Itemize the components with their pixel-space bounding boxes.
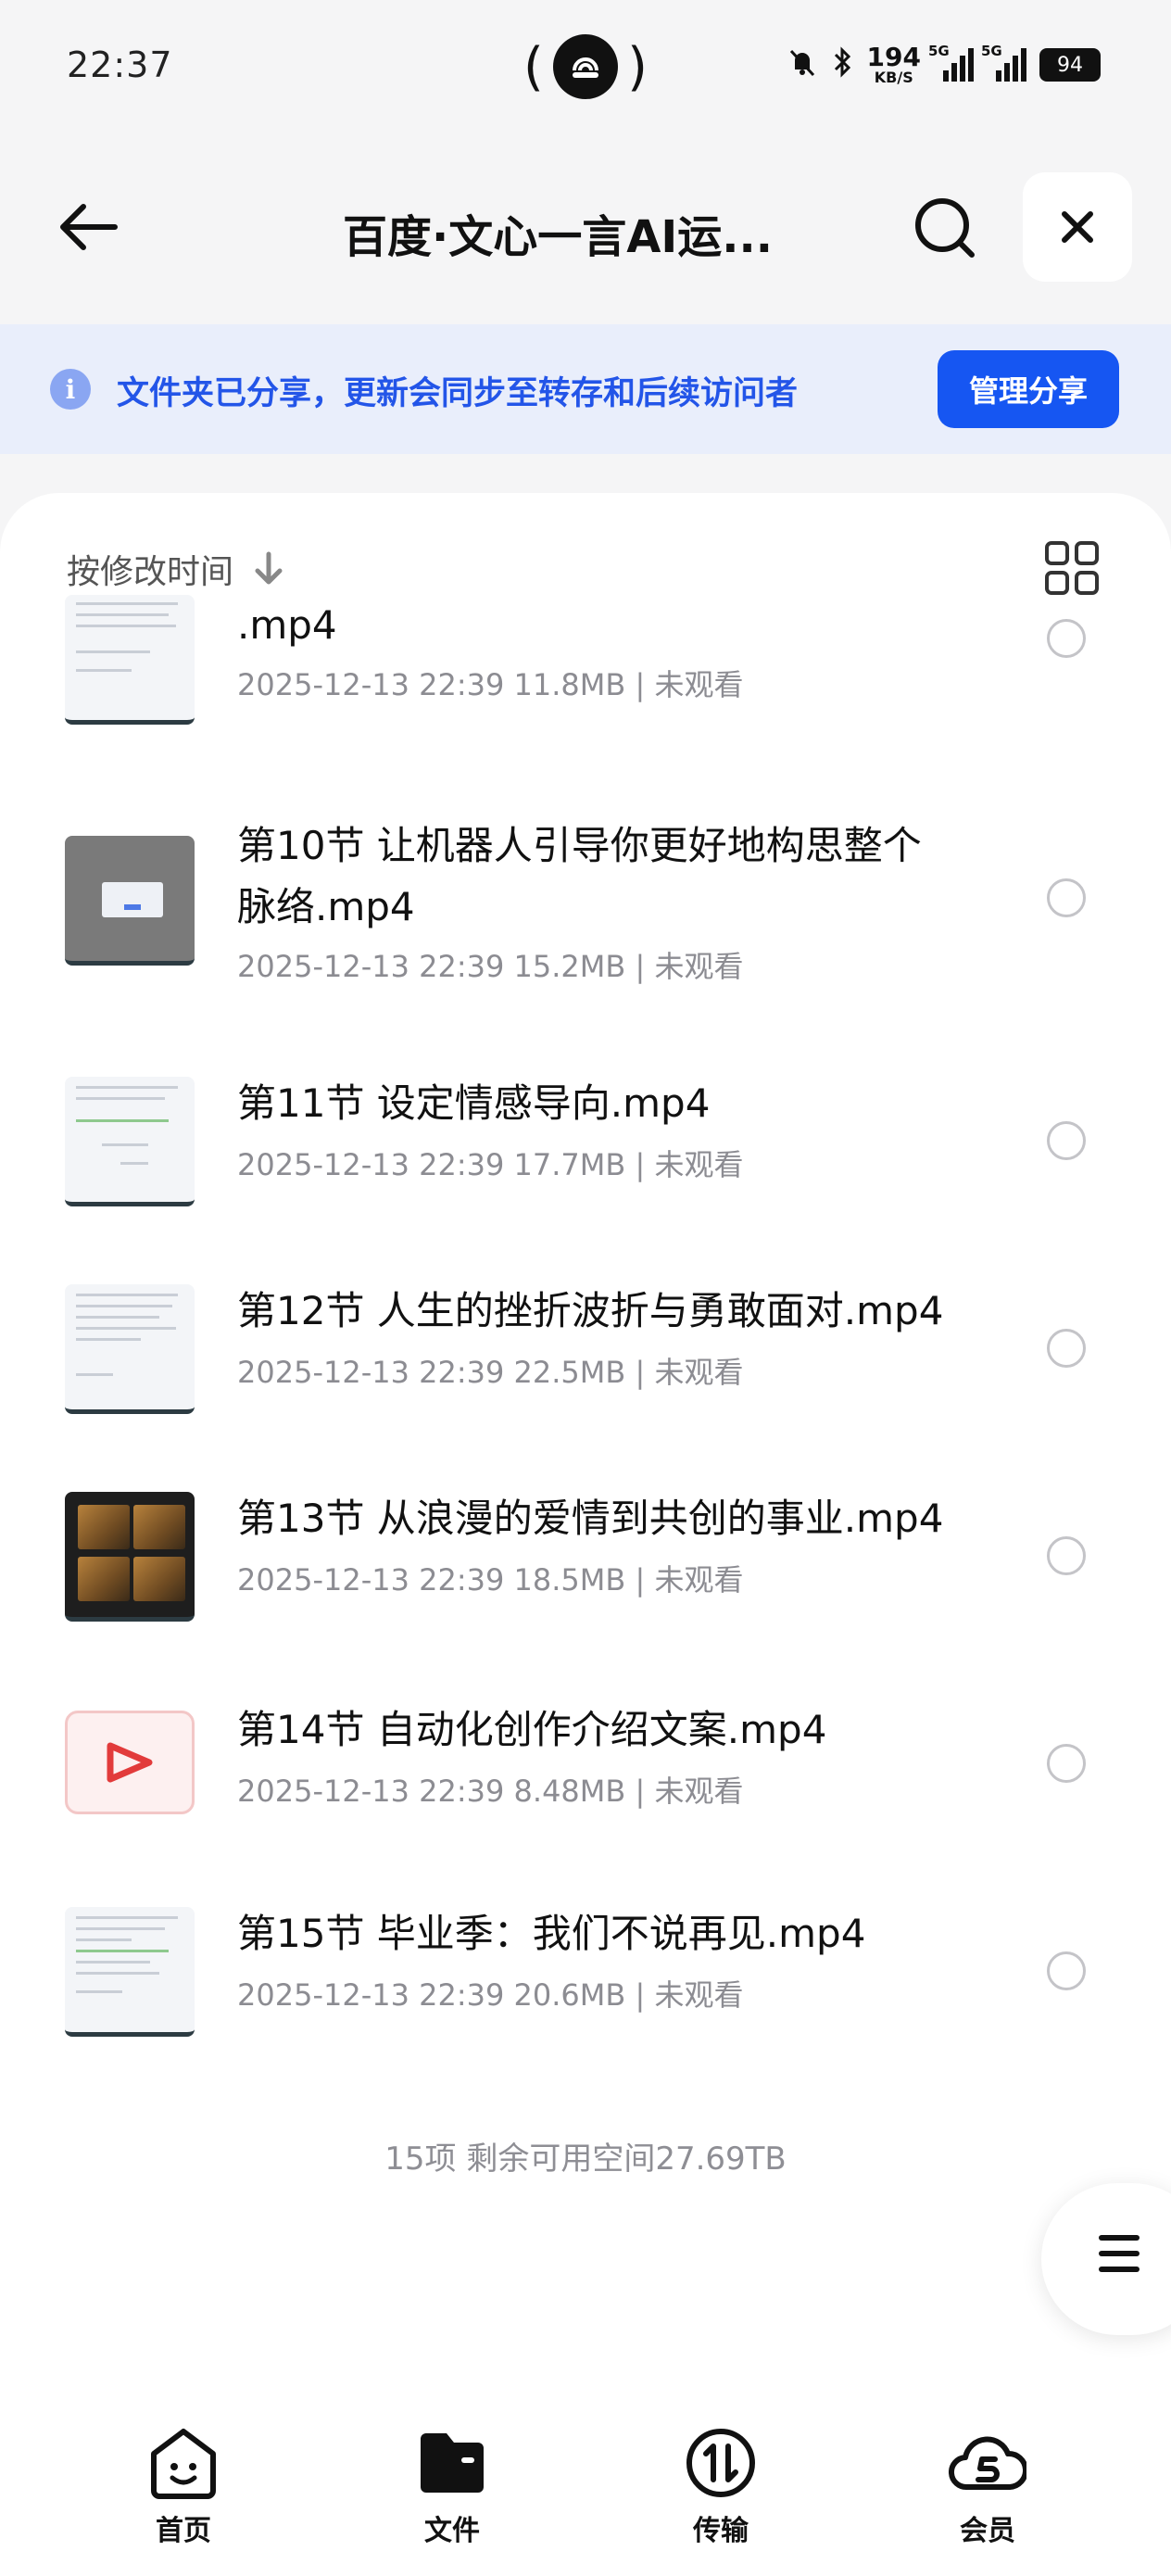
file-meta: 2025-12-13 22:39 20.6MB | 未观看 bbox=[237, 1977, 744, 2013]
select-radio[interactable] bbox=[1047, 1536, 1086, 1575]
status-bar: 22:37 ( ) 194 KB/S 5G 5G 94 bbox=[0, 0, 1171, 139]
nav-files[interactable]: 文件 bbox=[387, 2424, 517, 2548]
file-meta: 2025-12-13 22:39 17.7MB | 未观看 bbox=[237, 1147, 744, 1182]
video-file-icon bbox=[65, 1711, 195, 1814]
file-meta: 2025-12-13 22:39 18.5MB | 未观看 bbox=[237, 1562, 744, 1597]
battery-icon: 94 bbox=[1039, 48, 1101, 82]
bluetooth-icon bbox=[832, 45, 854, 85]
top-app-bar: 百度·文心一言AI运... bbox=[0, 167, 1171, 287]
nav-files-label: 文件 bbox=[424, 2515, 480, 2547]
storage-summary: 15项 剩余可用空间27.69TB bbox=[384, 2140, 787, 2178]
signal-icon-2: 5G bbox=[981, 43, 1026, 82]
list-item[interactable]: 第14节 自动化创作介绍文案.mp4 2025-12-13 22:39 8.48… bbox=[0, 1707, 1171, 1831]
close-button[interactable] bbox=[1023, 172, 1132, 282]
net-speed-value: 194 bbox=[866, 42, 921, 72]
select-radio[interactable] bbox=[1047, 1744, 1086, 1783]
hotspot-icon bbox=[553, 34, 618, 99]
select-radio[interactable] bbox=[1047, 1121, 1086, 1160]
search-button[interactable] bbox=[912, 195, 978, 261]
nav-home[interactable]: 首页 bbox=[119, 2424, 248, 2548]
select-radio[interactable] bbox=[1047, 878, 1086, 917]
file-meta: 2025-12-13 22:39 8.48MB | 未观看 bbox=[237, 1774, 744, 1809]
bottom-navigation: 首页 文件 传输 会员 bbox=[0, 2383, 1171, 2576]
nav-vip[interactable]: 会员 bbox=[923, 2424, 1052, 2548]
left-paren: ( bbox=[523, 36, 544, 97]
file-meta: 2025-12-13 22:39 22.5MB | 未观看 bbox=[237, 1355, 744, 1390]
signal-icon: 5G bbox=[928, 43, 974, 82]
menu-icon bbox=[1099, 2235, 1140, 2272]
file-thumbnail bbox=[65, 1907, 195, 2037]
nav-vip-label: 会员 bbox=[960, 2515, 1015, 2547]
home-face-icon bbox=[151, 2429, 216, 2499]
file-name: 第13节 从浪漫的爱情到共创的事业.mp4 bbox=[237, 1496, 944, 1541]
hotspot-indicator: ( ) bbox=[523, 33, 648, 100]
list-item[interactable]: .mp4 2025-12-13 22:39 11.8MB | 未观看 bbox=[0, 595, 1171, 752]
file-name: 第11节 设定情感导向.mp4 bbox=[237, 1080, 711, 1126]
arrow-left-icon bbox=[60, 204, 118, 250]
page-title: 百度·文心一言AI运... bbox=[343, 211, 773, 263]
signal-type: 5G bbox=[928, 43, 950, 59]
close-icon bbox=[1062, 211, 1093, 243]
transfer-icon bbox=[686, 2429, 755, 2497]
info-icon: i bbox=[50, 369, 91, 410]
nav-transfer-label: 传输 bbox=[693, 2515, 749, 2547]
file-thumbnail bbox=[65, 1077, 195, 1206]
list-item[interactable]: 第10节 让机器人引导你更好地构思整个脉络.mp4 2025-12-13 22:… bbox=[0, 823, 1171, 1004]
mute-bell-icon bbox=[786, 45, 819, 85]
list-item[interactable]: 第15节 毕业季：我们不说再见.mp4 2025-12-13 22:39 20.… bbox=[0, 1907, 1171, 2046]
file-name: 第12节 人生的挫折波折与勇敢面对.mp4 bbox=[237, 1288, 944, 1333]
list-item[interactable]: 第12节 人生的挫折波折与勇敢面对.mp4 2025-12-13 22:39 2… bbox=[0, 1284, 1171, 1423]
vip-cloud-icon bbox=[949, 2436, 1026, 2491]
right-paren: ) bbox=[627, 36, 648, 97]
sort-label: 按修改时间 bbox=[67, 553, 234, 591]
arrow-down-icon bbox=[255, 551, 283, 585]
file-thumbnail bbox=[65, 836, 195, 966]
network-speed: 194 KB/S bbox=[867, 44, 921, 85]
play-icon bbox=[107, 1742, 153, 1783]
file-meta: 2025-12-13 22:39 15.2MB | 未观看 bbox=[237, 949, 744, 984]
list-item[interactable]: 第13节 从浪漫的爱情到共创的事业.mp4 2025-12-13 22:39 1… bbox=[0, 1492, 1171, 1631]
manage-share-button[interactable]: 管理分享 bbox=[938, 350, 1119, 428]
list-item[interactable]: 第11节 设定情感导向.mp4 2025-12-13 22:39 17.7MB … bbox=[0, 1077, 1171, 1216]
nav-transfer[interactable]: 传输 bbox=[656, 2424, 786, 2548]
search-icon bbox=[915, 198, 975, 258]
file-thumbnail bbox=[65, 1284, 195, 1414]
folder-icon bbox=[421, 2433, 484, 2493]
sort-control[interactable]: 按修改时间 bbox=[67, 545, 285, 593]
share-banner: i 文件夹已分享，更新会同步至转存和后续访问者 管理分享 bbox=[0, 324, 1171, 454]
file-thumbnail bbox=[65, 1492, 195, 1622]
select-radio[interactable] bbox=[1047, 1329, 1086, 1368]
share-message: 文件夹已分享，更新会同步至转存和后续访问者 bbox=[117, 375, 799, 412]
file-name: .mp4 bbox=[237, 602, 337, 648]
file-meta: 2025-12-13 22:39 11.8MB | 未观看 bbox=[237, 667, 744, 702]
file-thumbnail bbox=[65, 595, 195, 725]
nav-home-label: 首页 bbox=[156, 2515, 211, 2547]
file-name: 第14节 自动化创作介绍文案.mp4 bbox=[237, 1707, 827, 1752]
file-name: 第15节 毕业季：我们不说再见.mp4 bbox=[237, 1911, 866, 1956]
net-speed-unit: KB/S bbox=[874, 69, 913, 86]
select-radio[interactable] bbox=[1047, 1951, 1086, 1990]
file-list-sheet: 按修改时间 .mp4 2025-12-13 22:39 11.8MB | 未观看… bbox=[0, 493, 1171, 2383]
grid-view-icon[interactable] bbox=[1045, 541, 1099, 595]
select-radio[interactable] bbox=[1047, 619, 1086, 658]
status-time: 22:37 bbox=[67, 44, 173, 85]
file-name: 第10节 让机器人引导你更好地构思整个脉络.mp4 bbox=[237, 823, 922, 929]
back-button[interactable] bbox=[52, 195, 122, 259]
signal-type-2: 5G bbox=[981, 43, 1002, 59]
status-icons: 194 KB/S 5G 5G 94 bbox=[786, 43, 1101, 87]
